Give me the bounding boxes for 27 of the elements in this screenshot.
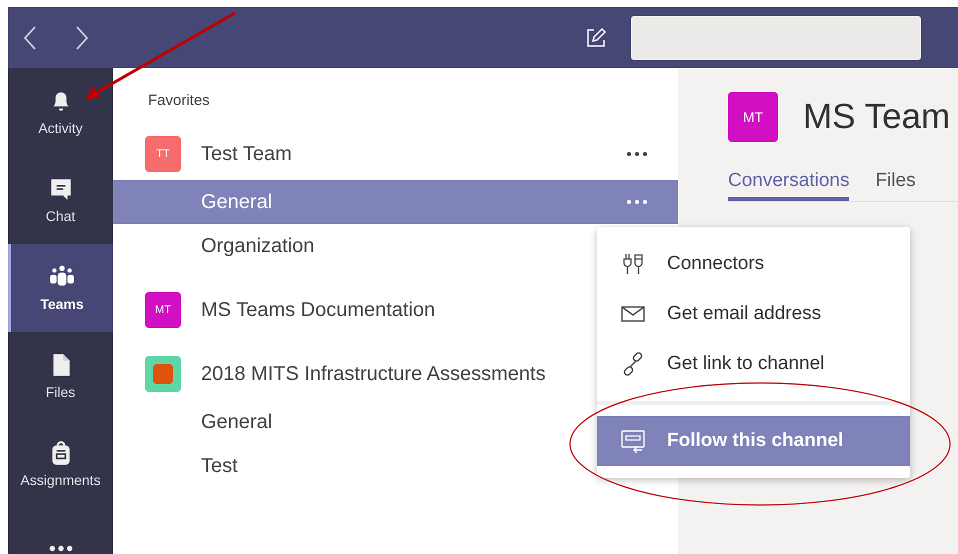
rail-tab[interactable]: Assignments: [8, 420, 113, 508]
section-heading: Favorites: [147, 91, 211, 111]
menu-item[interactable]: Get email address: [597, 289, 910, 339]
channel-item[interactable]: General: [113, 180, 678, 224]
tab[interactable]: Conversations: [728, 170, 850, 201]
plug-icon: [621, 252, 645, 276]
menu-item[interactable]: Connectors: [597, 239, 910, 289]
menu-item[interactable]: Get link to channel: [597, 339, 910, 389]
tab[interactable]: Files: [875, 170, 916, 201]
menu-item[interactable]: Follow this channel: [597, 416, 910, 466]
compose-icon[interactable]: [585, 26, 607, 48]
team-avatar: MT: [728, 92, 778, 142]
rail-tab[interactable]: Chat: [8, 156, 113, 244]
team-avatar: MT: [145, 292, 181, 328]
team-item[interactable]: TT Test Team: [113, 132, 678, 176]
search-field[interactable]: [631, 16, 921, 60]
link-icon: [621, 352, 645, 376]
rail-tab[interactable]: Teams: [8, 244, 113, 332]
rail-tab[interactable]: Files: [8, 332, 113, 420]
rail-tab[interactable]: Activity: [8, 68, 113, 156]
team-avatar: TT: [145, 136, 181, 172]
forward-icon[interactable]: [75, 24, 89, 50]
team-title: MS Team: [803, 97, 950, 137]
more-icon[interactable]: [48, 544, 74, 553]
follow-channel-icon: [621, 429, 645, 453]
more-options-icon[interactable]: [626, 151, 648, 157]
back-icon[interactable]: [23, 24, 37, 50]
